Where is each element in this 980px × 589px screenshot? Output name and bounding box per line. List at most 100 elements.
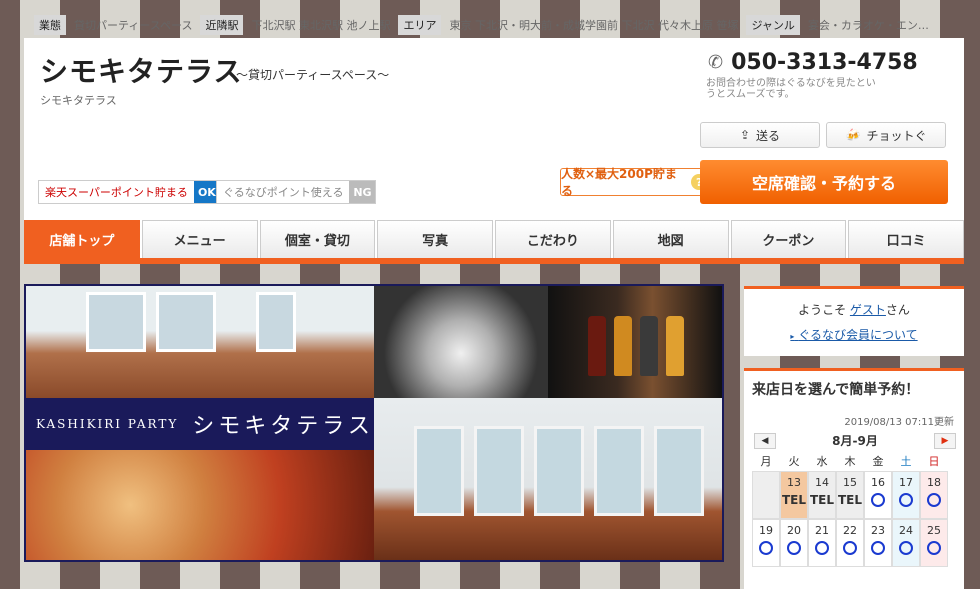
calendar-day[interactable]: 15 TEL — [836, 471, 864, 519]
calendar-day[interactable]: 23 — [864, 519, 892, 567]
tab-features[interactable]: こだわり — [495, 220, 611, 258]
tab-private-room[interactable]: 個室・貸切 — [259, 220, 376, 258]
window-shape — [534, 426, 584, 516]
reserve-button[interactable]: 空席確認・予約する — [700, 160, 948, 204]
tab-map[interactable]: 地図 — [612, 220, 729, 258]
calendar-day[interactable]: 18 — [920, 471, 948, 519]
available-circle-icon — [871, 493, 885, 507]
phone-icon: ✆ — [708, 52, 724, 73]
member-link-label: ぐるなび会員について — [798, 328, 918, 342]
available-circle-icon — [843, 541, 857, 555]
photo-room-interior — [374, 398, 722, 560]
calendar-grid: 月 火 水 木 金 土 日 13 TEL 14 TEL 15 TEL 16 17 18… — [752, 453, 964, 567]
tab-reviews[interactable]: 口コミ — [848, 220, 964, 258]
available-circle-icon — [871, 541, 885, 555]
available-circle-icon — [899, 541, 913, 555]
shop-header: シモキタテラス ～貸切パーティースペース～ シモキタテラス ✆ 050-3313… — [24, 38, 964, 218]
tab-photos[interactable]: 写真 — [377, 220, 493, 258]
chevron-right-icon: ▸ — [790, 332, 795, 341]
rakuten-point-badge: 楽天スーパーポイント貯まる OK — [38, 180, 221, 204]
calendar-day[interactable]: 16 — [864, 471, 892, 519]
prev-month-button[interactable]: ◀ — [754, 432, 776, 449]
promo-points-button[interactable]: 人数×最大200P貯まる ? — [560, 167, 708, 198]
member-info-link[interactable]: ▸ ぐるなび会員について — [744, 326, 964, 343]
welcome-suffix: さん — [885, 303, 910, 317]
photo-party-food — [26, 450, 374, 560]
calendar-day[interactable]: 14 TEL — [808, 471, 836, 519]
dow-sun: 日 — [928, 455, 940, 468]
day-number: 15 — [843, 476, 857, 489]
label-station: 近隣駅 — [200, 15, 244, 35]
available-circle-icon — [815, 541, 829, 555]
window-shape — [86, 292, 146, 352]
dow-fri: 金 — [872, 455, 884, 468]
calendar-day[interactable]: 17 — [892, 471, 920, 519]
tab-coupon[interactable]: クーポン — [730, 220, 847, 258]
day-number: 19 — [759, 524, 773, 537]
calendar-day[interactable]: 13 TEL — [780, 471, 808, 519]
category-bar: 業態 貸切パーティースペース 近隣駅 下北沢駅 東北沢駅 池ノ上駅 エリア 東京… — [34, 12, 944, 38]
label-gyotai: 業態 — [34, 15, 66, 35]
window-shape — [654, 426, 704, 516]
share-icon: ⇪ — [739, 128, 751, 142]
chevron-left-icon: ◀ — [761, 435, 769, 446]
rakuten-label: 楽天スーパーポイント貯まる — [39, 181, 194, 203]
tab-top[interactable]: 店舗トップ — [24, 220, 140, 258]
welcome-box: ようこそ ゲストさん ▸ ぐるなび会員について — [744, 286, 964, 356]
phone-number[interactable]: ✆ 050-3313-4758 — [708, 50, 918, 75]
photo-appetizers — [374, 286, 548, 398]
shop-title: シモキタテラス — [40, 56, 243, 87]
day-number: 24 — [899, 524, 913, 537]
calendar-month: 8月-9月 — [832, 434, 878, 448]
window-shape — [156, 292, 216, 352]
shop-name-small: シモキタテラス — [40, 94, 117, 107]
day-status: TEL — [837, 493, 863, 507]
available-circle-icon — [899, 493, 913, 507]
welcome-prefix: ようこそ — [798, 303, 847, 317]
next-month-button[interactable]: ▶ — [934, 432, 956, 449]
phone-text: 050-3313-4758 — [731, 50, 918, 75]
window-shape — [474, 426, 524, 516]
beer-icon: 🍻 — [845, 128, 861, 142]
dow-sat: 土 — [900, 455, 912, 468]
day-number: 14 — [815, 476, 829, 489]
photo-room-wide — [26, 286, 374, 398]
phone-note: お問合わせの際はぐるなびを見たというとスムーズです。 — [706, 78, 876, 100]
chevron-right-icon: ▶ — [941, 435, 949, 446]
day-status: TEL — [809, 493, 835, 507]
day-number: 21 — [815, 524, 829, 537]
calendar-day[interactable]: 19 — [752, 519, 780, 567]
available-circle-icon — [927, 541, 941, 555]
gnavi-label: ぐるなびポイント使える — [217, 181, 350, 203]
send-button[interactable]: ⇪ 送る — [700, 122, 820, 148]
shop-subtitle: ～貸切パーティースペース～ — [236, 68, 390, 82]
value-area[interactable]: 東京 下北沢・明大前・成城学園前 下北沢 代々木上原 笹塚 — [449, 17, 738, 33]
reservation-calendar: 来店日を選んで簡単予約！ 2019/08/13 07:11更新 ◀ 8月-9月 … — [744, 368, 964, 589]
value-gyotai[interactable]: 貸切パーティースペース — [74, 17, 192, 33]
calendar-day[interactable]: 22 — [836, 519, 864, 567]
day-number: 16 — [871, 476, 885, 489]
day-number: 25 — [927, 524, 941, 537]
welcome-text: ようこそ ゲストさん — [744, 301, 964, 318]
calendar-updated: 2019/08/13 07:11更新 — [844, 417, 954, 428]
available-circle-icon — [787, 541, 801, 555]
calendar-day[interactable]: 24 — [892, 519, 920, 567]
bottle-shape — [666, 316, 684, 376]
calendar-day[interactable]: 21 — [808, 519, 836, 567]
value-genre[interactable]: 宴会・カラオケ・エン… — [808, 17, 929, 33]
chotto-button[interactable]: 🍻 チョットぐ — [826, 122, 946, 148]
chotto-label: チョットぐ — [866, 128, 927, 143]
day-number: 18 — [927, 476, 941, 489]
tab-menu[interactable]: メニュー — [141, 220, 258, 258]
day-status: TEL — [781, 493, 807, 507]
value-station[interactable]: 下北沢駅 東北沢駅 池ノ上駅 — [251, 17, 390, 33]
guest-link[interactable]: ゲスト — [850, 303, 886, 317]
calendar-day[interactable]: 25 — [920, 519, 948, 567]
hero-caption-en: KASHIKIRI PARTY — [36, 417, 179, 431]
bottle-shape — [640, 316, 658, 376]
day-number: 17 — [899, 476, 913, 489]
dow-mon: 月 — [760, 455, 772, 468]
calendar-day[interactable]: 20 — [780, 519, 808, 567]
label-genre: ジャンル — [746, 15, 800, 35]
available-circle-icon — [927, 493, 941, 507]
